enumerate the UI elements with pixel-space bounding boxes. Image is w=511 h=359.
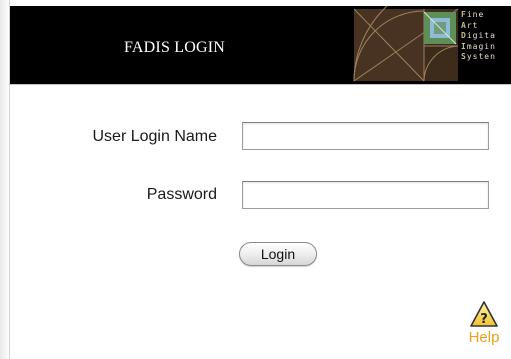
username-field[interactable]	[242, 122, 489, 150]
logo-line: Imagin	[461, 41, 496, 51]
logo-line: Art	[461, 20, 479, 30]
help-warning-icon[interactable]: ?	[469, 300, 499, 328]
help-label[interactable]: Help	[459, 329, 509, 346]
username-label: User Login Name	[92, 128, 218, 145]
svg-text:?: ?	[480, 312, 488, 327]
logo-line: Digita	[461, 31, 496, 40]
logo-line: Systen	[461, 52, 496, 61]
login-panel: FADIS LOGIN Fine Art Digita Imagin Syste…	[9, 0, 511, 359]
password-field[interactable]	[242, 181, 489, 209]
login-button[interactable]: Login	[239, 242, 317, 266]
password-label: Password	[146, 186, 217, 203]
header-banner: FADIS LOGIN Fine Art Digita Imagin Syste…	[10, 6, 511, 84]
logo-wordmark: Fine Art Digita Imagin Systen	[461, 10, 496, 63]
header-divider	[10, 84, 511, 85]
page-title: FADIS LOGIN	[124, 39, 226, 56]
help-link[interactable]: ? Help	[459, 300, 509, 359]
logo-line: Fine	[461, 10, 485, 19]
page-edge	[0, 0, 9, 359]
